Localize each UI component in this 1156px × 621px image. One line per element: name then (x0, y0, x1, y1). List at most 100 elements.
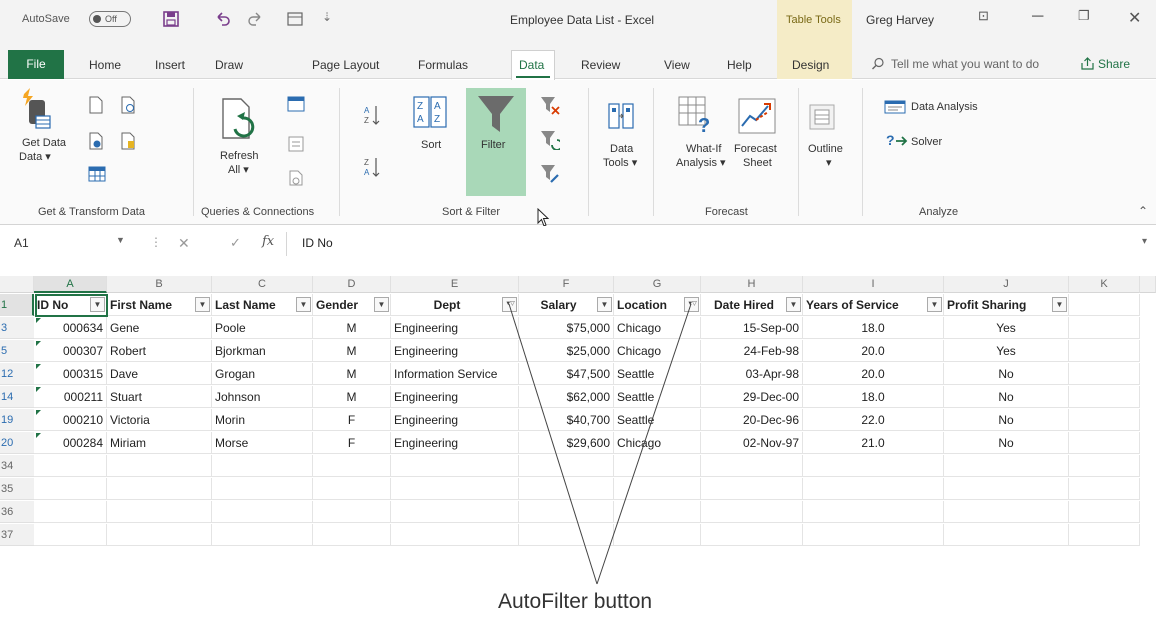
tab-view[interactable]: View (664, 58, 690, 72)
table-cell[interactable]: Engineering (391, 409, 519, 431)
table-cell[interactable]: $40,700 (519, 409, 614, 431)
table-cell[interactable]: Stuart (107, 386, 212, 408)
outline-label[interactable]: Outline (808, 142, 843, 156)
empty-cell[interactable] (313, 501, 391, 523)
column-header-a[interactable]: A (34, 276, 107, 293)
column-header-b[interactable]: B (107, 276, 212, 293)
table-cell[interactable]: 000634 (34, 317, 107, 339)
table-cell[interactable]: 02-Nov-97 (701, 432, 803, 454)
form-icon[interactable] (286, 10, 304, 28)
empty-cell[interactable] (34, 501, 107, 523)
autofilter-button[interactable]: ▼ (597, 297, 612, 312)
autofilter-button[interactable]: ▼ (374, 297, 389, 312)
column-header-g[interactable]: G (614, 276, 701, 293)
table-cell[interactable]: Chicago (614, 317, 701, 339)
table-cell[interactable]: $62,000 (519, 386, 614, 408)
empty-cell[interactable] (803, 478, 944, 500)
outline-icon[interactable] (809, 104, 835, 130)
table-cell[interactable]: 000315 (34, 363, 107, 385)
table-cell[interactable]: Morse (212, 432, 313, 454)
get-data-dropdown-label[interactable]: Data ▾ (19, 150, 51, 164)
empty-cell[interactable] (212, 524, 313, 546)
empty-cell[interactable] (107, 478, 212, 500)
table-cell[interactable]: Yes (944, 317, 1069, 339)
refresh-label[interactable]: Refresh (220, 149, 259, 163)
empty-cell[interactable] (391, 478, 519, 500)
name-box[interactable]: A1 (14, 236, 29, 250)
outline-dropdown-arrow[interactable]: ▾ (826, 156, 832, 170)
tab-formulas[interactable]: Formulas (418, 58, 468, 72)
empty-cell[interactable] (107, 501, 212, 523)
tab-design[interactable]: Design (792, 58, 829, 72)
customize-qat-icon[interactable]: ⇣ (322, 10, 340, 28)
empty-cell[interactable] (391, 501, 519, 523)
table-cell[interactable]: $47,500 (519, 363, 614, 385)
get-data-icon[interactable] (22, 88, 52, 132)
minimize-icon[interactable]: ─ (1032, 8, 1043, 26)
table-cell[interactable]: M (313, 386, 391, 408)
row-header[interactable]: 12 (0, 363, 34, 385)
table-cell[interactable]: 03-Apr-98 (701, 363, 803, 385)
data-tools-dropdown-label[interactable]: Tools ▾ (603, 156, 637, 170)
empty-cell[interactable] (944, 455, 1069, 477)
sort-a-to-z-icon[interactable]: A Z (364, 104, 380, 128)
column-header-i[interactable]: I (803, 276, 944, 293)
table-cell[interactable]: Seattle (614, 363, 701, 385)
empty-cell[interactable] (212, 455, 313, 477)
table-cell[interactable]: Grogan (212, 363, 313, 385)
table-cell[interactable]: 20.0 (803, 363, 944, 385)
tab-home[interactable]: Home (89, 58, 121, 72)
column-header-k[interactable]: K (1069, 276, 1140, 293)
solver-icon[interactable]: ? (886, 132, 908, 148)
from-web-icon[interactable] (88, 132, 104, 150)
autofilter-button[interactable]: ▼ (195, 297, 210, 312)
empty-cell[interactable] (1069, 455, 1140, 477)
empty-cell[interactable] (944, 501, 1069, 523)
data-analysis-icon[interactable] (884, 100, 906, 114)
table-cell[interactable]: Seattle (614, 409, 701, 431)
empty-cell[interactable] (1069, 432, 1140, 454)
row-header-1[interactable]: 1 (0, 294, 34, 316)
empty-cell[interactable] (803, 455, 944, 477)
row-header[interactable]: 35 (0, 478, 34, 500)
table-cell[interactable]: Dave (107, 363, 212, 385)
row-header[interactable]: 37 (0, 524, 34, 546)
empty-cell[interactable] (614, 455, 701, 477)
table-cell[interactable]: Victoria (107, 409, 212, 431)
table-cell[interactable]: Morin (212, 409, 313, 431)
forecast-sheet-label[interactable]: Sheet (743, 156, 772, 170)
table-cell[interactable]: Chicago (614, 340, 701, 362)
table-cell[interactable]: 000307 (34, 340, 107, 362)
table-cell[interactable]: M (313, 340, 391, 362)
table-cell[interactable]: 29-Dec-00 (701, 386, 803, 408)
table-header-cell[interactable]: Dept (391, 294, 519, 316)
forecast-sheet-icon[interactable] (738, 98, 776, 134)
empty-cell[interactable] (701, 524, 803, 546)
insert-function-icon[interactable]: fx (262, 234, 274, 249)
empty-cell[interactable] (614, 501, 701, 523)
empty-cell[interactable] (34, 478, 107, 500)
refresh-all-icon[interactable] (219, 98, 265, 140)
empty-cell[interactable] (1069, 409, 1140, 431)
table-cell[interactable]: No (944, 409, 1069, 431)
undo-icon[interactable] (214, 10, 232, 28)
forecast-label[interactable]: Forecast (734, 142, 777, 156)
queries-connections-icon[interactable] (287, 96, 305, 112)
clear-filter-icon[interactable] (540, 96, 560, 116)
sort-label[interactable]: Sort (421, 138, 441, 152)
redo-icon[interactable] (246, 10, 264, 28)
tab-draw[interactable]: Draw (215, 58, 243, 72)
reapply-filter-icon[interactable] (540, 130, 560, 150)
tab-data[interactable]: Data (519, 58, 544, 72)
what-if-analysis-icon[interactable]: ? (678, 96, 714, 136)
empty-cell[interactable] (1069, 363, 1140, 385)
autofilter-button[interactable]: ▼ (296, 297, 311, 312)
column-header-j[interactable]: J (944, 276, 1069, 293)
restore-icon[interactable]: ❐ (1078, 8, 1090, 24)
share-icon[interactable] (1080, 56, 1095, 71)
autofilter-button[interactable]: ▼ (927, 297, 942, 312)
empty-cell[interactable] (391, 455, 519, 477)
collapse-ribbon-icon[interactable]: ⌃ (1138, 204, 1148, 218)
row-header[interactable]: 14 (0, 386, 34, 408)
row-header[interactable]: 5 (0, 340, 34, 362)
